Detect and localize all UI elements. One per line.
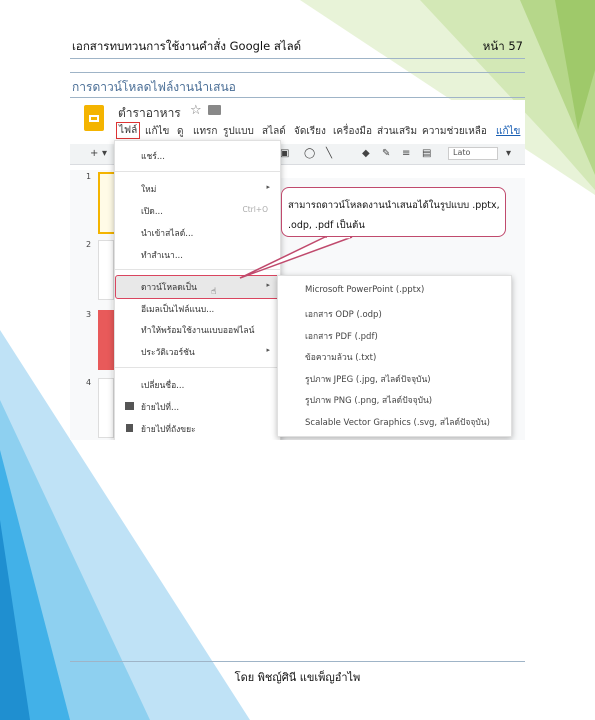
page-number: หน้า 57: [482, 39, 523, 53]
section-title: การดาวน์โหลดไฟล์งานนำเสนอ: [72, 80, 236, 94]
callout-text: สามารถดาวน์โหลดงานนำเสนอได้ในรูปแบบ .ppt…: [288, 200, 500, 231]
footer-divider: [70, 661, 525, 662]
callout-box: สามารถดาวน์โหลดงานนำเสนอได้ในรูปแบบ .ppt…: [281, 187, 506, 237]
slides-screenshot: ตำราอาหาร ☆ ไฟล์ แก้ไข ดู แทรก รูปแบบ สไ…: [70, 100, 525, 440]
callout-pointer: [239, 235, 353, 279]
section-top-rule: [70, 72, 525, 73]
document-header-title: เอกสารทบทวนการใช้งานคำสั่ง Google สไลด์: [72, 39, 302, 53]
section-bottom-rule: [70, 97, 525, 98]
footer-author: โดย พิชญ์ศินี แขเพ็ญอำไพ: [234, 671, 361, 684]
header-divider: [70, 58, 525, 59]
